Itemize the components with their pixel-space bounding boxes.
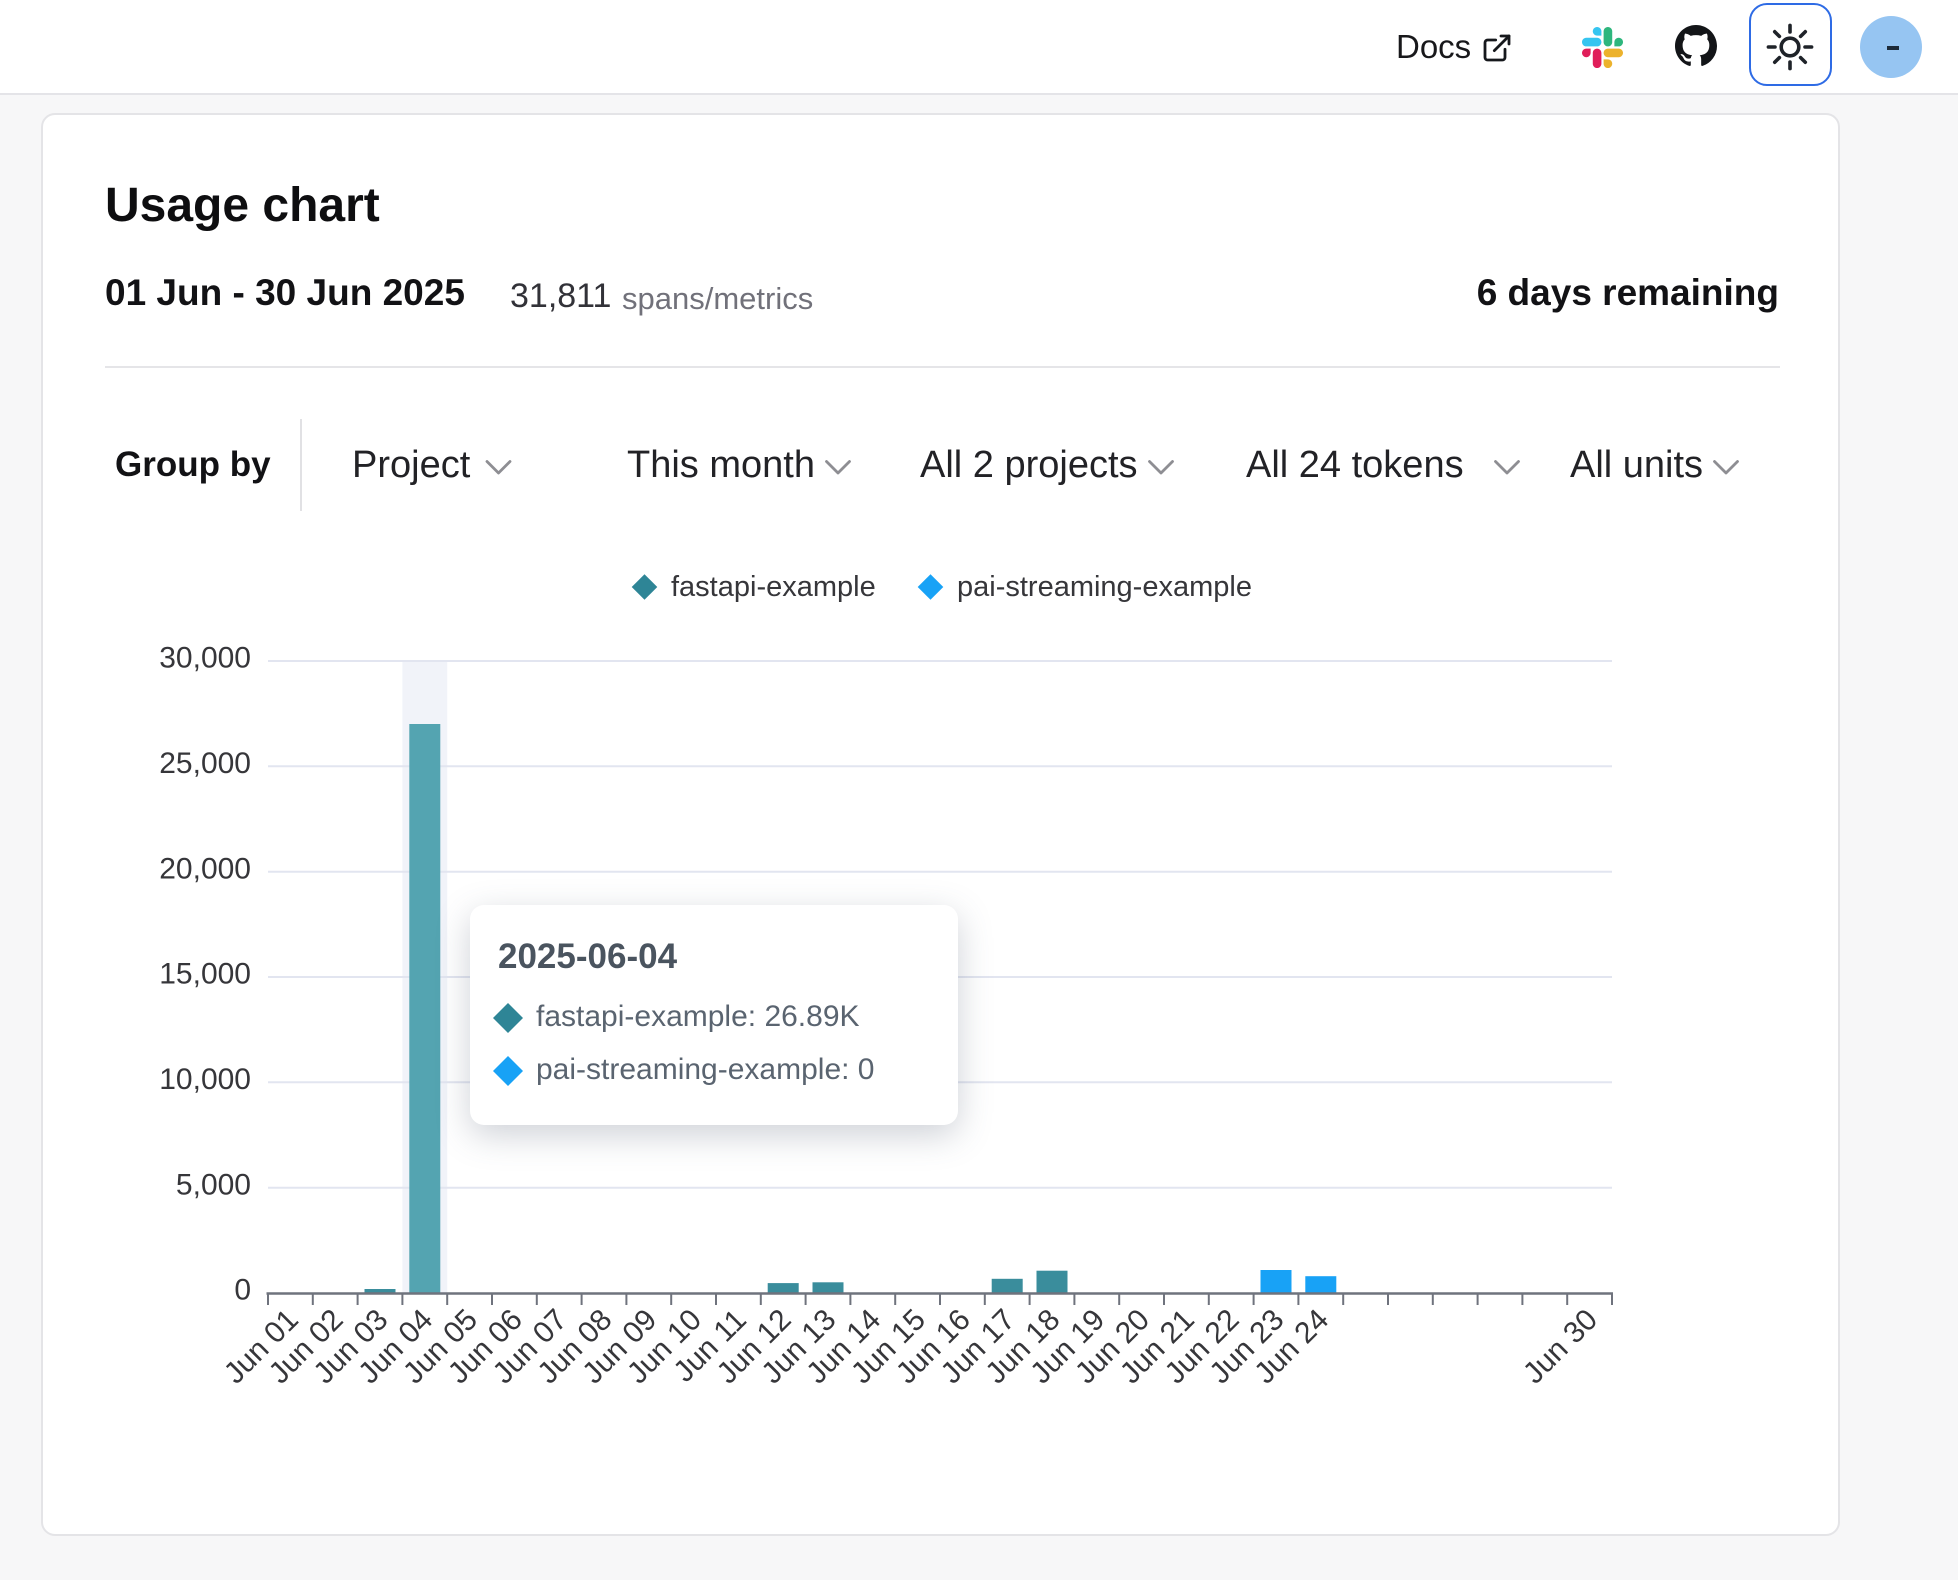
svg-text:5,000: 5,000 xyxy=(176,1168,251,1201)
svg-text:0: 0 xyxy=(234,1274,251,1307)
svg-text:30,000: 30,000 xyxy=(159,642,251,675)
svg-text:10,000: 10,000 xyxy=(159,1063,251,1096)
svg-text:20,000: 20,000 xyxy=(159,852,251,885)
svg-text:25,000: 25,000 xyxy=(159,747,251,780)
svg-text:15,000: 15,000 xyxy=(159,958,251,991)
svg-text:Jun 30: Jun 30 xyxy=(1517,1303,1604,1390)
